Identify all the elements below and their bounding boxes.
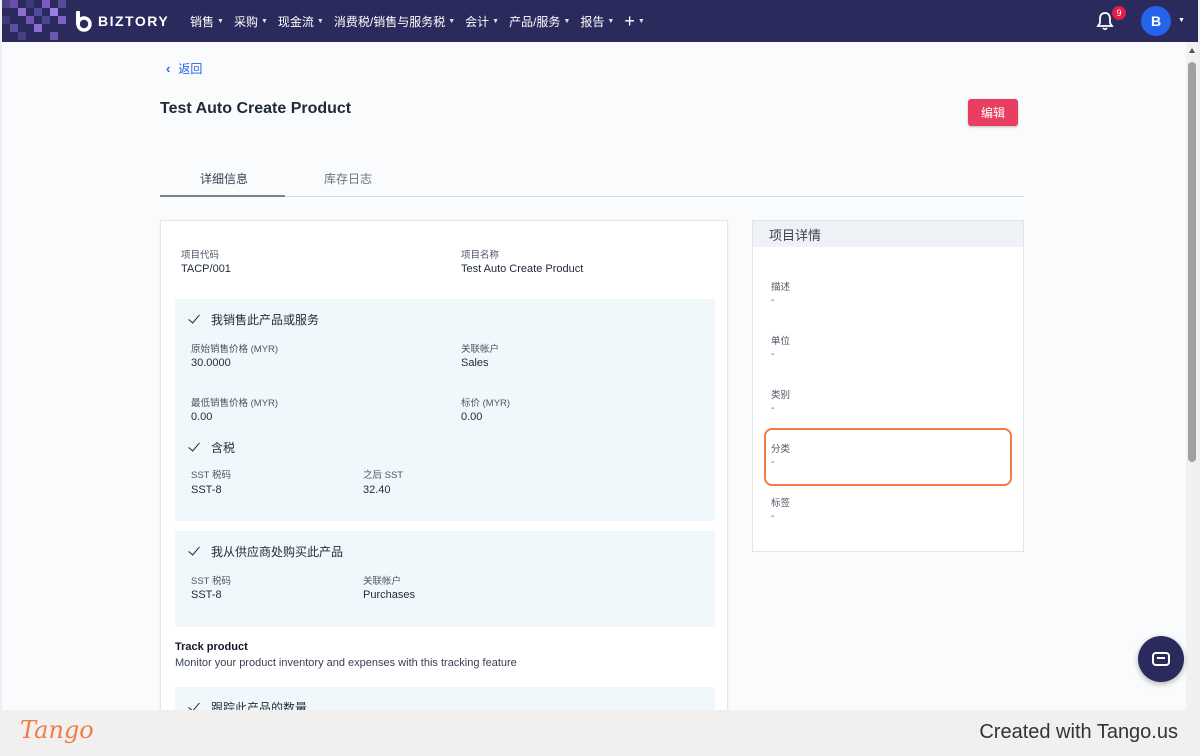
item-name-label: 项目名称 bbox=[461, 250, 500, 261]
scrollbar-thumb[interactable] bbox=[1188, 62, 1196, 462]
sell-sst-code-value: SST-8 bbox=[191, 484, 222, 496]
menu-purchases[interactable]: 采购 ▼ bbox=[234, 13, 268, 30]
buy-sst-code-label: SST 税码 bbox=[191, 576, 231, 587]
category-label: 类别 bbox=[771, 390, 791, 401]
track-product-title: Track product bbox=[175, 641, 248, 653]
buy-section: 我从供应商处购买此产品 SST 税码 SST-8 关联帐户 Purchases bbox=[175, 531, 715, 627]
scroll-up-arrow-icon[interactable] bbox=[1189, 48, 1195, 53]
tango-logo: Tango bbox=[20, 716, 94, 744]
plus-icon: + bbox=[624, 11, 635, 31]
chat-bubble-icon bbox=[1152, 652, 1170, 666]
page-content: ‹ 返回 Test Auto Create Product 编辑 详细信息 库存… bbox=[2, 42, 1186, 710]
menu-products[interactable]: 产品/服务 ▼ bbox=[509, 13, 570, 30]
tab-inventory-log[interactable]: 库存日志 bbox=[324, 170, 372, 187]
menu-purchases-label: 采购 bbox=[233, 14, 258, 29]
biztory-logo-icon bbox=[76, 11, 92, 32]
markup-label: 标价 (MYR) bbox=[461, 398, 511, 409]
menu-reports-label: 报告 bbox=[580, 14, 605, 29]
sales-account-label: 关联帐户 bbox=[461, 344, 500, 355]
item-code-value: TACP/001 bbox=[181, 263, 231, 275]
item-name-value: Test Auto Create Product bbox=[461, 263, 584, 275]
brand-name: BIZTORY bbox=[98, 13, 170, 29]
highlight-box bbox=[764, 428, 1012, 486]
chat-button[interactable] bbox=[1138, 636, 1184, 682]
sell-heading: 我销售此产品或服务 bbox=[211, 313, 320, 327]
min-price-value: 0.00 bbox=[191, 411, 213, 423]
menu-sales-label: 销售 bbox=[190, 14, 215, 29]
created-with-text: Created with Tango.us bbox=[979, 721, 1178, 743]
menu-sales[interactable]: 销售 ▼ bbox=[190, 13, 224, 30]
user-avatar[interactable]: B bbox=[1141, 6, 1171, 36]
chevron-down-icon: ▼ bbox=[607, 17, 615, 25]
checkmark-icon bbox=[189, 313, 203, 323]
buy-sst-code-value: SST-8 bbox=[191, 589, 222, 601]
chevron-down-icon: ▼ bbox=[260, 17, 268, 25]
markup-value: 0.00 bbox=[461, 411, 483, 423]
tags-value: - bbox=[771, 511, 775, 522]
checkmark-icon bbox=[189, 701, 203, 710]
chevron-down-icon: ▼ bbox=[637, 17, 645, 25]
page-scrollbar[interactable] bbox=[1186, 42, 1198, 710]
menu-cashflow[interactable]: 现金流 ▼ bbox=[278, 13, 324, 30]
menu-products-label: 产品/服务 bbox=[509, 14, 561, 29]
chevron-down-icon: ▼ bbox=[217, 17, 224, 25]
main-menu: 销售 ▼ 采购 ▼ 现金流 ▼ 消费税/销售与服务税 ▼ 会计 ▼ 产品/服务 ▼ 报告 ▼ … bbox=[190, 0, 645, 42]
tab-bar: 详细信息 库存日志 bbox=[160, 158, 1024, 197]
after-sst-label: 之后 SST bbox=[363, 470, 404, 481]
min-price-label: 最低销售价格 (MYR) bbox=[191, 398, 279, 409]
chevron-down-icon: ▼ bbox=[563, 17, 571, 25]
menu-accounting-label: 会计 bbox=[465, 14, 490, 29]
chevron-down-icon: ▼ bbox=[448, 17, 456, 25]
sell-section: 我销售此产品或服务 原始销售价格 (MYR) 30.0000 关联帐户 Sale… bbox=[175, 299, 715, 521]
edit-button[interactable]: 编辑 bbox=[968, 99, 1018, 126]
purchase-account-value: Purchases bbox=[363, 589, 415, 601]
item-details-card: 项目代码 TACP/001 项目名称 Test Auto Create Prod… bbox=[160, 220, 728, 710]
back-link[interactable]: ‹ 返回 bbox=[166, 60, 202, 77]
chevron-down-icon[interactable]: ▼ bbox=[1178, 17, 1185, 24]
track-section: 跟踪此产品的数量 bbox=[175, 687, 715, 710]
menu-tax[interactable]: 消费税/销售与服务税 ▼ bbox=[334, 13, 455, 30]
top-navbar: BIZTORY 销售 ▼ 采购 ▼ 现金流 ▼ 消费税/销售与服务税 ▼ 会计 ▼ 产品/… bbox=[2, 0, 1198, 42]
purchase-account-label: 关联帐户 bbox=[363, 576, 402, 587]
tags-label: 标签 bbox=[771, 498, 791, 509]
tax-inclusive-heading: 含税 bbox=[211, 441, 236, 455]
sell-sst-code-label: SST 税码 bbox=[191, 470, 231, 481]
after-sst-value: 32.40 bbox=[363, 484, 391, 496]
page-title: Test Auto Create Product bbox=[160, 100, 352, 117]
buy-heading: 我从供应商处购买此产品 bbox=[211, 545, 344, 559]
chevron-down-icon: ▼ bbox=[492, 17, 500, 25]
track-heading: 跟踪此产品的数量 bbox=[211, 701, 308, 710]
item-info-heading: 项目详情 bbox=[753, 221, 1023, 247]
notification-count-badge: 9 bbox=[1112, 6, 1126, 20]
menu-add[interactable]: + ▼ bbox=[624, 12, 644, 30]
item-info-card: 项目详情 描述 - 单位 - 类别 - 分类 - 标签 - bbox=[752, 220, 1024, 552]
original-price-label: 原始销售价格 (MYR) bbox=[191, 344, 279, 355]
chevron-left-icon: ‹ bbox=[166, 61, 171, 76]
description-value: - bbox=[771, 295, 775, 306]
sales-account-value: Sales bbox=[461, 357, 489, 369]
chevron-down-icon: ▼ bbox=[316, 17, 324, 25]
track-product-description: Monitor your product inventory and expen… bbox=[175, 657, 517, 669]
tango-footer: Tango Created with Tango.us bbox=[0, 710, 1200, 756]
menu-reports[interactable]: 报告 ▼ bbox=[580, 13, 614, 30]
tab-details[interactable]: 详细信息 bbox=[200, 170, 248, 187]
item-code-label: 项目代码 bbox=[181, 250, 220, 261]
checkmark-icon bbox=[189, 545, 203, 555]
menu-tax-label: 消费税/销售与服务税 bbox=[333, 14, 446, 29]
menu-accounting[interactable]: 会计 ▼ bbox=[465, 13, 499, 30]
brand-logo[interactable]: BIZTORY bbox=[74, 10, 169, 32]
description-label: 描述 bbox=[771, 282, 791, 293]
category-value: - bbox=[771, 403, 775, 414]
original-price-value: 30.0000 bbox=[191, 357, 231, 369]
menu-cashflow-label: 现金流 bbox=[277, 14, 314, 29]
checkmark-icon bbox=[189, 441, 203, 451]
back-label: 返回 bbox=[178, 62, 203, 76]
unit-value: - bbox=[771, 349, 775, 360]
active-tab-indicator bbox=[160, 195, 285, 197]
unit-label: 单位 bbox=[771, 336, 791, 347]
